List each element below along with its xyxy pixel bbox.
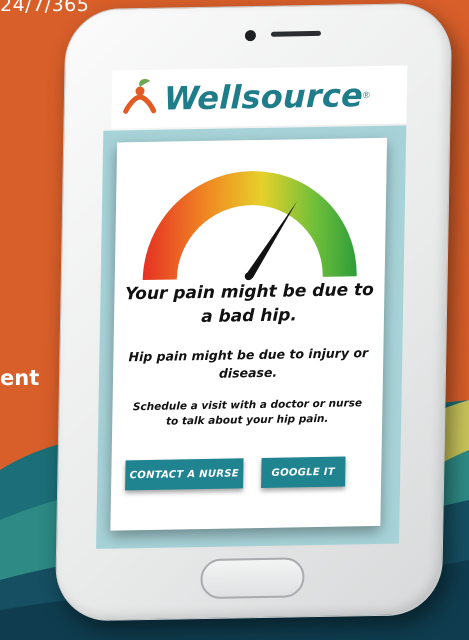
google-it-button[interactable]: GOOGLE IT xyxy=(261,456,346,489)
home-button[interactable] xyxy=(200,557,305,600)
speaker-grille xyxy=(270,30,321,37)
brand-registered-mark: ® xyxy=(362,90,370,101)
app-screen: Your pain might be due to a bad hip. Hip… xyxy=(96,125,407,549)
app-header: Wellsource ® xyxy=(111,65,408,129)
phone-mockup: Wellsource ® Your pain might be due to a… xyxy=(54,2,466,634)
person-leaf-icon xyxy=(123,79,157,114)
result-instruction: Schedule a visit with a doctor or nurse … xyxy=(132,397,363,428)
contact-nurse-button[interactable]: CONTACT A NURSE xyxy=(125,458,244,491)
result-card: Your pain might be due to a bad hip. Hip… xyxy=(110,137,388,531)
brand-name: Wellsource xyxy=(163,76,364,118)
pain-gauge-icon xyxy=(142,171,357,281)
result-headline: Your pain might be due to a bad hip. xyxy=(124,280,374,328)
result-subtext: Hip pain might be due to injury or disea… xyxy=(128,345,369,381)
side-caption: ent xyxy=(0,366,40,390)
